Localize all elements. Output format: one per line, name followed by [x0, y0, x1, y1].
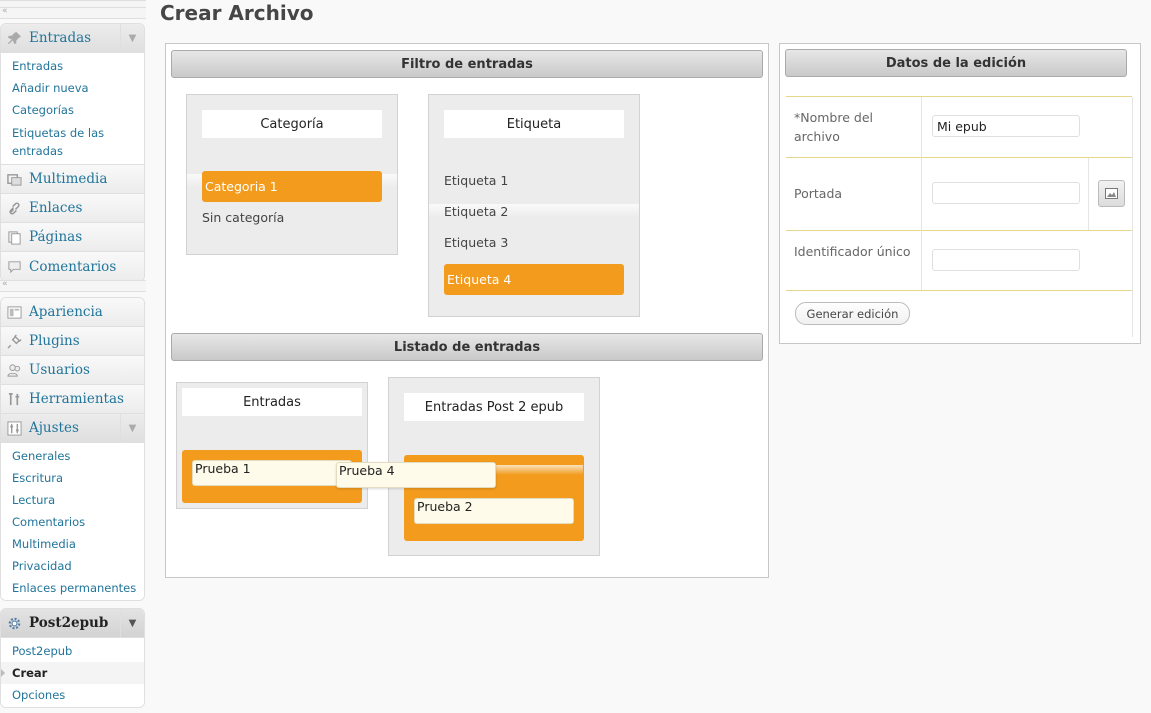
- epub-list-header: Entradas Post 2 epub: [404, 393, 584, 421]
- row-divider: [786, 230, 1132, 231]
- menu-paginas[interactable]: Páginas: [1, 223, 144, 252]
- etiqueta-header: Etiqueta: [444, 110, 624, 138]
- row-divider: [786, 290, 1132, 291]
- submenu-item-escritura[interactable]: Escritura: [1, 467, 144, 489]
- submenu-item-lectura[interactable]: Lectura: [1, 489, 144, 511]
- entradas-list-header: Entradas: [182, 388, 362, 416]
- menu-herramientas[interactable]: Herramientas: [1, 385, 144, 414]
- submenu-item-post2epub[interactable]: Post2epub: [1, 640, 144, 662]
- menu-entradas-label: Entradas: [29, 30, 92, 46]
- menu-comentarios-label: Comentarios: [29, 258, 117, 275]
- portada-input[interactable]: [932, 182, 1080, 204]
- collapse-icon-2[interactable]: «: [2, 279, 8, 289]
- dragging-list-item[interactable]: Prueba 4: [336, 462, 496, 488]
- submenu-entradas: Entradas Añadir nueva Categorías Etiquet…: [1, 53, 144, 165]
- appearance-icon: [6, 304, 23, 321]
- menu-usuarios[interactable]: Usuarios: [1, 356, 144, 385]
- page-title: Crear Archivo: [160, 1, 314, 25]
- submenu-item-opciones[interactable]: Opciones: [1, 684, 144, 706]
- submenu-item-crear[interactable]: Crear: [1, 662, 144, 684]
- menu-paginas-label: Páginas: [29, 229, 83, 245]
- menu-comentarios[interactable]: Comentarios: [1, 252, 144, 281]
- etiqueta-item[interactable]: Etiqueta 1: [444, 173, 508, 188]
- identificador-input[interactable]: [932, 249, 1080, 271]
- menu-entradas[interactable]: Entradas ▼: [1, 24, 144, 53]
- menu-group-admin: Apariencia Plugins Usuarios Herramientas…: [0, 297, 145, 601]
- menu-group-plugin: Post2epub ▼ Post2epub Crear Opciones: [0, 608, 145, 708]
- menu-plugins[interactable]: Plugins: [1, 327, 144, 356]
- nombre-input[interactable]: [932, 115, 1080, 137]
- menu-post2epub-label: Post2epub: [29, 615, 109, 631]
- chevron-down-icon[interactable]: ▼: [120, 24, 144, 52]
- menu-herramientas-label: Herramientas: [29, 391, 124, 407]
- entradas-list-item[interactable]: Prueba 1: [192, 460, 352, 486]
- etiqueta-item[interactable]: Etiqueta 3: [444, 235, 508, 250]
- submenu-item-generales[interactable]: Generales: [1, 445, 144, 467]
- submenu-post2epub: Post2epub Crear Opciones: [1, 638, 144, 707]
- submenu-item-etiquetas[interactable]: Etiquetas de las entradas: [1, 121, 144, 163]
- submenu-item-privacidad[interactable]: Privacidad: [1, 555, 144, 577]
- submenu-ajustes: Generales Escritura Lectura Comentarios …: [1, 443, 144, 600]
- media-icon: [6, 171, 23, 188]
- edition-section-header[interactable]: Datos de la edición: [785, 49, 1127, 77]
- categoria-header: Categoría: [202, 110, 382, 138]
- filter-section-header[interactable]: Filtro de entradas: [171, 50, 763, 78]
- menu-plugins-label: Plugins: [29, 333, 80, 349]
- menu-collapse-separator-2[interactable]: «: [0, 279, 146, 292]
- submenu-item-anadir-nueva[interactable]: Añadir nueva: [1, 77, 144, 99]
- link-icon: [6, 200, 23, 217]
- submenu-item-multimedia[interactable]: Multimedia: [1, 533, 144, 555]
- portada-label: Portada: [794, 186, 843, 201]
- menu-post2epub[interactable]: Post2epub ▼: [1, 609, 144, 638]
- menu-apariencia[interactable]: Apariencia: [1, 298, 144, 327]
- pages-icon: [6, 229, 23, 246]
- pushpin-icon: [6, 30, 23, 47]
- settings-icon: [6, 420, 23, 437]
- menu-multimedia[interactable]: Multimedia: [1, 165, 144, 194]
- menu-multimedia-label: Multimedia: [29, 171, 108, 187]
- submenu-item-enlaces-permanentes[interactable]: Enlaces permanentes: [1, 577, 144, 599]
- gear-icon: [6, 615, 23, 632]
- menu-enlaces-label: Enlaces: [29, 200, 83, 216]
- categoria-item[interactable]: Sin categoría: [202, 210, 284, 225]
- menu-ajustes[interactable]: Ajustes ▼: [1, 414, 144, 443]
- submenu-item-categorias[interactable]: Categorías: [1, 99, 144, 121]
- column-divider: [1132, 97, 1133, 337]
- admin-menu: « Entradas ▼ Entradas Añadir nueva Categ…: [0, 0, 146, 713]
- image-upload-button[interactable]: [1098, 180, 1125, 207]
- etiqueta-item[interactable]: Etiqueta 2: [444, 204, 508, 219]
- menu-apariencia-label: Apariencia: [29, 304, 103, 320]
- categoria-selected-item[interactable]: Categoria 1: [202, 171, 382, 202]
- menu-group-content: Entradas ▼ Entradas Añadir nueva Categor…: [0, 23, 145, 282]
- column-divider: [1088, 158, 1089, 230]
- plugin-icon: [6, 333, 23, 350]
- collapse-icon[interactable]: «: [2, 6, 8, 16]
- menu-usuarios-label: Usuarios: [29, 362, 90, 378]
- row-divider: [786, 96, 1132, 97]
- nombre-label: *Nombre del archivo: [794, 110, 873, 144]
- submenu-item-comentarios[interactable]: Comentarios: [1, 511, 144, 533]
- tools-icon: [6, 391, 23, 408]
- etiqueta-selected-item[interactable]: Etiqueta 4: [444, 264, 624, 295]
- column-divider: [921, 97, 922, 290]
- generar-edicion-button[interactable]: Generar edición: [795, 302, 910, 325]
- identificador-label: Identificador único: [794, 244, 911, 259]
- menu-collapse-separator[interactable]: «: [0, 6, 146, 19]
- menu-ajustes-label: Ajustes: [29, 420, 79, 436]
- submenu-item-entradas[interactable]: Entradas: [1, 55, 144, 77]
- row-divider: [786, 157, 1132, 158]
- comment-icon: [6, 258, 23, 275]
- users-icon: [6, 362, 23, 379]
- chevron-down-icon[interactable]: ▼: [120, 609, 144, 637]
- epub-list-item[interactable]: Prueba 2: [414, 498, 574, 524]
- menu-enlaces[interactable]: Enlaces: [1, 194, 144, 223]
- listado-section-header[interactable]: Listado de entradas: [171, 333, 763, 361]
- image-icon: [1105, 188, 1118, 199]
- chevron-down-icon[interactable]: ▼: [120, 414, 144, 442]
